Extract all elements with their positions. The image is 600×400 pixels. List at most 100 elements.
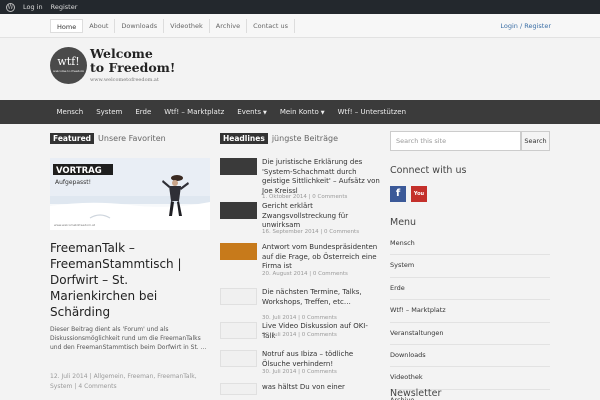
sidebar-item-system[interactable]: System <box>390 255 550 278</box>
main-menu-erde[interactable]: Erde <box>129 100 158 124</box>
main-menu-system[interactable]: System <box>90 100 129 124</box>
post-thumbnail[interactable] <box>220 322 257 339</box>
list-item[interactable]: Die nächsten Termine, Talks, Workshops, … <box>220 288 380 322</box>
post-thumbnail[interactable] <box>220 243 257 260</box>
site-title-line1: Welcome <box>90 46 153 61</box>
post-thumbnail[interactable] <box>220 158 257 175</box>
main-menu-unterstuetzen[interactable]: Wtf! – Unterstützen <box>331 100 412 124</box>
list-item[interactable]: Antwort vom Bundespräsidenten auf die Fr… <box>220 243 380 288</box>
post-thumbnail[interactable] <box>220 202 257 219</box>
search-button[interactable]: Search <box>521 131 550 151</box>
post-date: 1. Oktober 2014 <box>262 194 307 200</box>
post-title[interactable]: Gericht erklärt Zwangsvollstreckung für … <box>262 202 380 231</box>
menu-heading: Menu <box>390 217 417 228</box>
post-meta: 1. Oktober 2014 | 0 Comments <box>262 194 348 200</box>
featured-post-excerpt: Dieser Beitrag dient als 'Forum' und als… <box>50 326 207 351</box>
list-item[interactable]: Gericht erklärt Zwangsvollstreckung für … <box>220 202 380 243</box>
featured-tag: Featured <box>50 133 95 144</box>
post-date: 30. Juli 2014 <box>262 369 297 375</box>
main-menu-events-label: Events <box>237 108 261 116</box>
featured-post-date: 12. Juli 2014 <box>50 373 88 380</box>
main-menu-marktplatz[interactable]: Wtf! – Marktplatz <box>158 100 231 124</box>
login-register-link[interactable]: Login / Register <box>500 19 551 33</box>
top-navigation: Home About Downloads Videothek Archive C… <box>0 14 600 38</box>
logo-small-text: welcome to freedom <box>53 69 84 73</box>
post-title[interactable]: Die juristische Erklärung des 'System-Sc… <box>262 158 380 196</box>
top-menu: Home About Downloads Videothek Archive C… <box>50 19 295 33</box>
admin-register-link[interactable]: Register <box>51 3 78 11</box>
post-meta: 30. Juli 2014 | 0 Comments <box>262 332 337 338</box>
featured-post-comments[interactable]: 4 Comments <box>78 383 116 390</box>
list-item[interactable]: Live Video Diskussion auf OKI-Talk 30. J… <box>220 322 380 350</box>
logo-text: wtf! <box>57 55 80 68</box>
top-menu-about[interactable]: About <box>83 19 116 33</box>
featured-post-meta: 12. Juli 2014 | Allgemein, Freeman, Freema… <box>50 373 197 390</box>
sidebar-item-videothek[interactable]: Videothek <box>390 367 550 390</box>
site-header: wtf! welcome to freedom Welcome to Freed… <box>0 38 600 100</box>
post-comments[interactable]: 0 Comments <box>312 194 347 200</box>
post-meta: 30. Juli 2014 | 0 Comments <box>262 315 337 321</box>
chevron-down-icon: ▼ <box>320 110 325 116</box>
sidebar-item-downloads[interactable]: Downloads <box>390 345 550 368</box>
sidebar-item-marktplatz[interactable]: Wtf! – Marktplatz <box>390 300 550 323</box>
social-links: f You <box>390 186 427 202</box>
post-thumbnail[interactable] <box>220 383 257 395</box>
post-title[interactable]: Antwort vom Bundespräsidenten auf die Fr… <box>262 243 380 272</box>
image-caption-aufgepasst: Aufgepasst! <box>55 179 91 186</box>
admin-bar: W Log in Register <box>0 0 600 14</box>
post-meta: 20. August 2014 | 0 Comments <box>262 271 348 277</box>
top-menu-home[interactable]: Home <box>50 19 84 33</box>
post-title[interactable]: was hältst Du von einer <box>262 383 380 393</box>
top-menu-archive[interactable]: Archive <box>210 19 248 33</box>
list-item[interactable]: Die juristische Erklärung des 'System-Sc… <box>220 158 380 202</box>
connect-heading: Connect with us <box>390 165 467 176</box>
featured-image-graphic: VORTRAG Aufgepasst! www.welcometofreedom… <box>50 158 210 230</box>
post-comments[interactable]: 0 Comments <box>302 369 337 375</box>
top-menu-videothek[interactable]: Videothek <box>164 19 210 33</box>
post-date: 16. September 2014 <box>262 229 319 235</box>
main-menu-events[interactable]: Events ▼ <box>231 100 274 124</box>
featured-post-title[interactable]: FreemanTalk – FreemanStammtisch | Dorfwi… <box>50 240 215 320</box>
sidebar-item-veranstaltungen[interactable]: Veranstaltungen <box>390 323 550 345</box>
admin-login-link[interactable]: Log in <box>23 3 43 11</box>
svg-text:www.welcometofreedom.at: www.welcometofreedom.at <box>54 223 96 227</box>
list-item[interactable]: Notruf aus Ibiza – tödliche Ölsuche verh… <box>220 350 380 383</box>
post-comments[interactable]: 0 Comments <box>302 332 337 338</box>
post-thumbnail[interactable] <box>220 288 257 305</box>
featured-image[interactable]: VORTRAG Aufgepasst! www.welcometofreedom… <box>50 158 210 230</box>
main-menu-mensch[interactable]: Mensch <box>50 100 90 124</box>
featured-heading: Featured Unsere Favoriten <box>50 133 166 144</box>
sidebar-item-mensch[interactable]: Mensch <box>390 233 550 256</box>
post-thumbnail[interactable] <box>220 350 257 367</box>
post-date: 30. Juli 2014 <box>262 332 297 338</box>
main-navigation: Mensch System Erde Wtf! – Marktplatz Eve… <box>0 100 600 124</box>
wordpress-icon[interactable]: W <box>6 2 15 12</box>
headlines-tag: Headlines <box>220 133 268 144</box>
post-date: 30. Juli 2014 <box>262 315 297 321</box>
image-caption-vortrag: VORTRAG <box>56 166 102 176</box>
headlines-heading: Headlines jüngste Beiträge <box>220 133 338 144</box>
site-title[interactable]: Welcome to Freedom! <box>90 47 175 75</box>
post-date: 20. August 2014 <box>262 271 308 277</box>
main-menu-mein-konto-label: Mein Konto <box>279 108 319 116</box>
post-comments[interactable]: 0 Comments <box>313 271 348 277</box>
sidebar-menu: Mensch System Erde Wtf! – Marktplatz Ver… <box>390 233 550 400</box>
site-title-line2: to Freedom! <box>90 60 176 75</box>
search-input[interactable]: Search this site <box>390 131 521 151</box>
youtube-icon[interactable]: You <box>411 186 427 202</box>
post-comments[interactable]: 0 Comments <box>324 229 359 235</box>
site-logo[interactable]: wtf! welcome to freedom <box>50 47 87 84</box>
top-menu-downloads[interactable]: Downloads <box>115 19 165 33</box>
facebook-icon[interactable]: f <box>390 186 406 202</box>
list-item[interactable]: was hältst Du von einer <box>220 383 380 395</box>
main-menu-mein-konto[interactable]: Mein Konto ▼ <box>273 100 331 124</box>
post-title[interactable]: Die nächsten Termine, Talks, Workshops, … <box>262 288 380 307</box>
sidebar-item-erde[interactable]: Erde <box>390 278 550 301</box>
post-comments[interactable]: 0 Comments <box>302 315 337 321</box>
headlines-subtitle: jüngste Beiträge <box>271 134 338 143</box>
chevron-down-icon: ▼ <box>262 110 267 116</box>
top-menu-contact[interactable]: Contact us <box>247 19 295 33</box>
newsletter-heading: Newsletter <box>390 388 442 399</box>
post-title[interactable]: Notruf aus Ibiza – tödliche Ölsuche verh… <box>262 350 380 369</box>
site-url: www.welcometofreedom.at <box>90 77 159 83</box>
